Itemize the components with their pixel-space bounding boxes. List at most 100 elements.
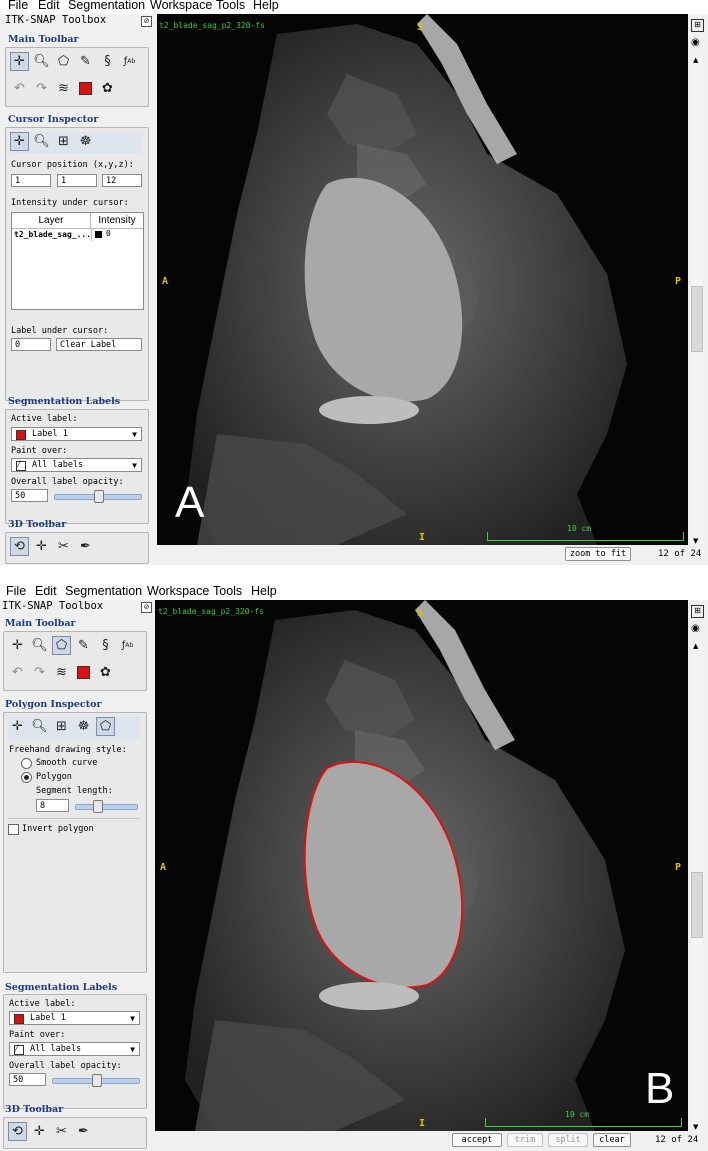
palette-icon[interactable]: ✿ <box>96 663 115 682</box>
menu-help[interactable]: Help <box>251 586 277 598</box>
layout-grid-icon[interactable]: ⊞ <box>691 19 704 32</box>
zoom-inspector-tab-icon[interactable]: 🔍︎ <box>30 717 49 736</box>
scalpel-3d-icon[interactable]: ✂ <box>52 1122 71 1141</box>
snake-tool-icon[interactable]: § <box>98 52 117 71</box>
polygon-tool-icon[interactable]: ⬠ <box>52 636 71 655</box>
crosshair-3d-icon[interactable]: ✛ <box>32 537 51 556</box>
slice-viewer[interactable]: t2_blade_sag_p2_320-fs S A P I 10 cm A <box>157 14 688 545</box>
menu-workspace[interactable]: Workspace <box>150 0 212 12</box>
menu-tools[interactable]: Tools <box>216 0 245 12</box>
opacity-field[interactable]: 50 <box>9 1073 46 1086</box>
scroll-down-icon[interactable]: ▼ <box>693 537 698 545</box>
panel-letter: B <box>645 1064 675 1113</box>
snake-tool-icon[interactable]: § <box>96 636 115 655</box>
menu-segmentation[interactable]: Segmentation <box>68 0 145 12</box>
redo-icon[interactable]: ↷ <box>30 663 49 682</box>
camera-icon[interactable]: ◉ <box>691 623 700 634</box>
opacity-slider-thumb[interactable] <box>94 490 104 503</box>
menu-help[interactable]: Help <box>253 0 279 12</box>
paintbrush-tool-icon[interactable]: ✎ <box>76 52 95 71</box>
undo-icon[interactable]: ↶ <box>8 663 27 682</box>
crosshair-3d-icon[interactable]: ✛ <box>30 1122 49 1141</box>
label-color-icon[interactable] <box>76 79 95 98</box>
cursor-y-field[interactable]: 1 <box>57 174 97 187</box>
layers-icon[interactable]: ≋ <box>54 79 73 98</box>
menu-edit[interactable]: Edit <box>38 0 60 12</box>
cursor-inspector-tab-icon[interactable]: ✛ <box>8 717 27 736</box>
scalpel-3d-icon[interactable]: ✂ <box>54 537 73 556</box>
menu-file[interactable]: File <box>6 586 26 598</box>
zoom-tool-icon[interactable]: 🔍︎ <box>30 636 49 655</box>
snake-inspector-tab-icon[interactable]: ☸ <box>76 132 95 151</box>
menu-file[interactable]: File <box>8 0 28 12</box>
scroll-down-icon[interactable]: ▼ <box>693 1123 698 1131</box>
spray-3d-icon[interactable]: ✒ <box>76 537 95 556</box>
spray-3d-icon[interactable]: ✒ <box>74 1122 93 1141</box>
layer-name-cell[interactable]: t2_blade_sag_... <box>14 230 91 239</box>
segment-length-thumb[interactable] <box>93 800 103 813</box>
paint-over-dropdown[interactable]: ╱ All labels ▼ <box>11 458 142 472</box>
grid-inspector-tab-icon[interactable]: ⊞ <box>52 717 71 736</box>
annotation-tool-icon[interactable]: ƒ Ab <box>120 52 139 71</box>
crosshair-tool-icon[interactable]: ✛ <box>10 52 29 71</box>
invert-polygon-checkbox[interactable] <box>8 824 19 835</box>
zoom-to-fit-button[interactable]: zoom to fit <box>565 547 631 561</box>
polygon-inspector-tab-icon[interactable]: ⬠ <box>96 717 115 736</box>
annotation-tool-icon[interactable]: ƒ Ab <box>118 636 137 655</box>
polygon-radio[interactable] <box>21 772 32 783</box>
zoom-inspector-tab-icon[interactable]: 🔍︎ <box>32 132 51 151</box>
slice-scrollbar[interactable]: ▲ ▼ <box>691 642 703 1131</box>
trim-button[interactable]: trim <box>507 1133 543 1147</box>
opacity-slider[interactable] <box>52 1074 140 1087</box>
menu-tools[interactable]: Tools <box>213 586 242 598</box>
slice-scroll-thumb[interactable] <box>691 286 703 352</box>
layer-column-header[interactable]: Layer <box>12 213 91 229</box>
snake-inspector-tab-icon[interactable]: ☸ <box>74 717 93 736</box>
active-label-dropdown[interactable]: Label 1 ▼ <box>11 427 142 441</box>
menu-segmentation[interactable]: Segmentation <box>65 586 142 598</box>
grid-inspector-tab-icon[interactable]: ⊞ <box>54 132 73 151</box>
segment-length-slider[interactable] <box>75 800 138 813</box>
layout-grid-icon[interactable]: ⊞ <box>691 605 704 618</box>
redo-icon[interactable]: ↷ <box>32 79 51 98</box>
camera-icon[interactable]: ◉ <box>691 37 700 48</box>
toolbox-float-icon[interactable]: ⊘ <box>141 16 152 27</box>
polygon-inspector: ✛ 🔍︎ ⊞ ☸ ⬠ Freehand drawing style: Smoot… <box>3 712 147 973</box>
opacity-slider-thumb[interactable] <box>92 1074 102 1087</box>
panel-b: File Edit Segmentation Workspace Tools H… <box>0 586 708 1151</box>
undo-icon[interactable]: ↶ <box>10 79 29 98</box>
intensity-swatch <box>95 231 102 238</box>
active-label-dropdown[interactable]: Label 1 ▼ <box>9 1011 140 1025</box>
segment-length-field[interactable]: 8 <box>36 799 69 812</box>
layers-icon[interactable]: ≋ <box>52 663 71 682</box>
intensity-label: Intensity under cursor: <box>11 198 129 208</box>
scroll-up-icon[interactable]: ▲ <box>693 642 698 650</box>
intensity-column-header[interactable]: Intensity <box>91 213 143 229</box>
accept-button[interactable]: accept <box>452 1133 502 1147</box>
opacity-slider[interactable] <box>54 490 142 503</box>
trackball-3d-icon[interactable]: ⟲ <box>8 1122 27 1141</box>
menu-edit[interactable]: Edit <box>35 586 57 598</box>
smooth-curve-radio[interactable] <box>21 758 32 769</box>
zoom-tool-icon[interactable]: 🔍︎ <box>32 52 51 71</box>
menu-workspace[interactable]: Workspace <box>147 586 209 598</box>
paint-over-label: Paint over: <box>9 1030 66 1040</box>
cursor-z-field[interactable]: 12 <box>102 174 142 187</box>
split-button[interactable]: split <box>548 1133 588 1147</box>
cursor-inspector-tab-icon[interactable]: ✛ <box>10 132 29 151</box>
label-color-icon[interactable] <box>74 663 93 682</box>
toolbox-float-icon[interactable]: ⊘ <box>141 602 152 613</box>
paintbrush-tool-icon[interactable]: ✎ <box>74 636 93 655</box>
opacity-field[interactable]: 50 <box>11 489 48 502</box>
paint-over-dropdown[interactable]: ╱ All labels ▼ <box>9 1042 140 1056</box>
slice-scrollbar[interactable]: ▲ ▼ <box>691 56 703 545</box>
crosshair-tool-icon[interactable]: ✛ <box>8 636 27 655</box>
slice-scroll-thumb[interactable] <box>691 872 703 938</box>
scroll-up-icon[interactable]: ▲ <box>693 56 698 64</box>
trackball-3d-icon[interactable]: ⟲ <box>10 537 29 556</box>
clear-button[interactable]: clear <box>593 1133 631 1147</box>
cursor-x-field[interactable]: 1 <box>11 174 51 187</box>
polygon-tool-icon[interactable]: ⬠ <box>54 52 73 71</box>
palette-icon[interactable]: ✿ <box>98 79 117 98</box>
slice-viewer[interactable]: t2_blade_sag_p2_320-fs S A P I 10 cm B <box>155 600 688 1131</box>
